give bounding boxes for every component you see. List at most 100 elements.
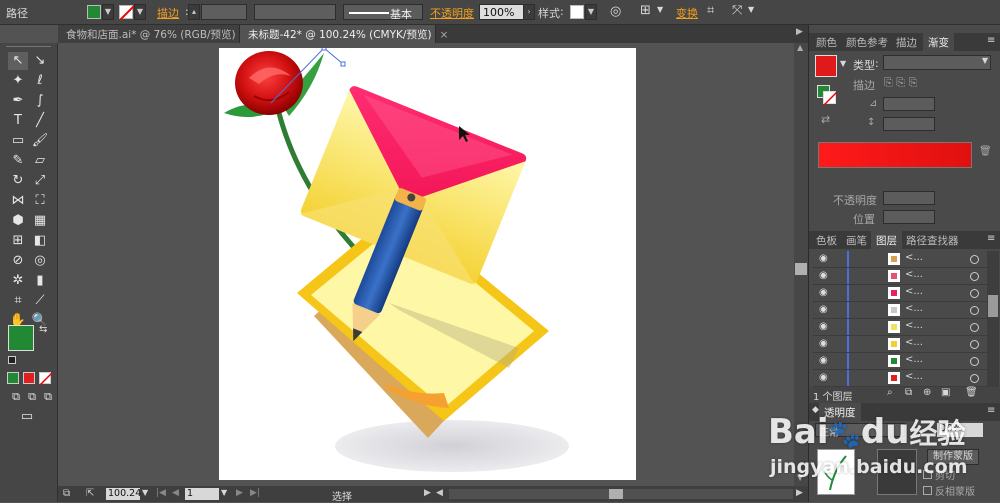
brush-definition-dropdown[interactable]: 基本: [343, 4, 423, 21]
layer-name[interactable]: <...: [905, 303, 923, 314]
type-tool-icon[interactable]: T: [8, 112, 28, 130]
slice-tool-icon[interactable]: ⟋: [30, 292, 50, 310]
horizontal-scroll-track[interactable]: [449, 489, 793, 499]
transform-label[interactable]: 变换: [676, 5, 698, 21]
visibility-eye-icon[interactable]: ◉: [819, 355, 828, 366]
color-mode-icon[interactable]: [7, 372, 19, 384]
panel-grip[interactable]: [6, 46, 51, 50]
stroke-dropdown-arrow[interactable]: ▼: [134, 4, 146, 20]
scroll-thumb[interactable]: [795, 263, 807, 275]
layer-name[interactable]: <...: [905, 286, 923, 297]
layer-name[interactable]: <...: [905, 354, 923, 365]
gradient-dropdown-arrow[interactable]: ▼: [840, 59, 846, 68]
target-circle-icon[interactable]: [970, 272, 979, 281]
curvature-tool-icon[interactable]: ∫: [30, 92, 50, 110]
scale-tool-icon[interactable]: ⤢: [30, 172, 50, 190]
fill-swatch[interactable]: [87, 5, 101, 19]
artboard[interactable]: [219, 45, 636, 480]
stroke-weight-field[interactable]: [201, 4, 247, 20]
page-field[interactable]: 1: [185, 488, 219, 500]
target-circle-icon[interactable]: [970, 255, 979, 264]
layer-name[interactable]: <...: [905, 320, 923, 331]
symbol-sprayer-icon[interactable]: ✲: [8, 272, 28, 290]
layer-row[interactable]: ◉ <...: [813, 251, 999, 268]
scroll-thumb[interactable]: [609, 489, 623, 499]
invert-mask-checkbox[interactable]: [923, 486, 932, 495]
fill-color-box[interactable]: [8, 325, 34, 351]
tab-brushes[interactable]: 画笔: [841, 231, 872, 249]
layers-scrollbar[interactable]: [987, 251, 999, 387]
eyedropper-icon[interactable]: ⊘: [8, 252, 28, 270]
target-circle-icon[interactable]: [970, 289, 979, 298]
graph-tool-icon[interactable]: ▮: [30, 272, 50, 290]
eraser-icon[interactable]: ▱: [30, 152, 50, 170]
tab-layers[interactable]: 图层: [871, 231, 902, 249]
stroke-swatch[interactable]: [119, 5, 135, 21]
hscroll-left-icon[interactable]: ◀: [436, 488, 443, 498]
tab-stroke[interactable]: 描边: [891, 33, 922, 51]
delete-layer-icon[interactable]: 🗑: [965, 387, 978, 398]
layer-name[interactable]: <...: [905, 337, 923, 348]
mesh-tool-icon[interactable]: ⊞: [8, 232, 28, 250]
layer-row[interactable]: ◉ <...: [813, 268, 999, 285]
free-transform-icon[interactable]: ⛶: [30, 192, 50, 210]
share-icon[interactable]: ⇱: [86, 488, 94, 499]
width-tool-icon[interactable]: ⋈: [8, 192, 28, 210]
zoom-field[interactable]: 100.24: [106, 488, 141, 500]
visibility-eye-icon[interactable]: ◉: [819, 253, 828, 264]
opacity-dropdown-arrow[interactable]: ›: [523, 4, 535, 20]
locate-object-icon[interactable]: ⌕: [887, 387, 893, 398]
close-icon[interactable]: ×: [440, 29, 449, 41]
target-circle-icon[interactable]: [970, 374, 979, 383]
visibility-eye-icon[interactable]: ◉: [819, 270, 828, 281]
next-page-icon[interactable]: ▶: [236, 488, 243, 498]
pencil-tool-icon[interactable]: ✎: [8, 152, 28, 170]
layer-row[interactable]: ◉ <...: [813, 336, 999, 353]
page-dropdown-arrow[interactable]: ▼: [221, 488, 227, 497]
style-swatch[interactable]: [570, 5, 584, 19]
target-circle-icon[interactable]: [970, 306, 979, 315]
layer-row[interactable]: ◉ <...: [813, 353, 999, 370]
new-layer-icon[interactable]: ▣: [941, 387, 950, 398]
zoom-dropdown-arrow[interactable]: ▼: [142, 488, 148, 497]
visibility-eye-icon[interactable]: ◉: [819, 287, 828, 298]
panel-menu-icon[interactable]: ≡: [987, 35, 995, 46]
screen-mode-icon[interactable]: ▭: [16, 408, 38, 426]
panel-menu-icon[interactable]: ≡: [987, 405, 995, 416]
scroll-thumb[interactable]: [988, 295, 998, 317]
fill-dropdown-arrow[interactable]: ▼: [102, 4, 114, 20]
layer-name[interactable]: <...: [905, 371, 923, 382]
gradient-tool-icon[interactable]: ◧: [30, 232, 50, 250]
rectangle-tool-icon[interactable]: ▭: [8, 132, 28, 150]
layer-name[interactable]: <...: [905, 269, 923, 280]
target-circle-icon[interactable]: [970, 323, 979, 332]
opacity-field[interactable]: 100%: [479, 4, 525, 20]
menu-dropdown-arrow[interactable]: ▼: [748, 5, 754, 14]
isolate-icon[interactable]: ⌗: [707, 3, 714, 18]
tab-document-1[interactable]: 食物和店面.ai* @ 76% (RGB/预览)×: [58, 25, 252, 43]
visibility-eye-icon[interactable]: ◉: [819, 321, 828, 332]
stroke-align-icons[interactable]: ⎘ ⎘ ⎘: [884, 76, 917, 90]
reverse-gradient-icon[interactable]: ⇄: [821, 113, 830, 126]
pen-tool-icon[interactable]: ✒: [8, 92, 28, 110]
status-menu-arrow[interactable]: ▶: [424, 488, 431, 498]
gradient-opacity-field[interactable]: [883, 191, 935, 205]
swap-fill-stroke-icon[interactable]: ⇆: [39, 324, 47, 335]
gradient-mode-icon[interactable]: [23, 372, 35, 384]
aspect-ratio-field[interactable]: [883, 117, 935, 131]
style-dropdown-arrow[interactable]: ▼: [585, 4, 597, 20]
align-icon[interactable]: ⊞: [640, 3, 651, 18]
layer-row[interactable]: ◉ <...: [813, 370, 999, 387]
new-sublayer-icon[interactable]: ⊕: [923, 387, 931, 398]
transform-each-icon[interactable]: ⤧: [732, 3, 742, 18]
hscroll-right-icon[interactable]: ▶: [796, 488, 803, 498]
tab-swatches[interactable]: 色板: [811, 231, 842, 249]
direct-selection-tool-icon[interactable]: ↘: [30, 52, 50, 70]
panel-menu-icon[interactable]: ≡: [987, 233, 995, 244]
layer-row[interactable]: ◉ <...: [813, 319, 999, 336]
gradient-type-dropdown[interactable]: ▼: [883, 55, 991, 70]
artboard-tool-icon[interactable]: ⌗: [8, 292, 28, 310]
shape-builder-icon[interactable]: ⬢: [8, 212, 28, 230]
tab-document-2[interactable]: 未标题-42* @ 100.24% (CMYK/预览) ×: [240, 25, 448, 43]
stroke-label[interactable]: 描边: [157, 5, 179, 21]
